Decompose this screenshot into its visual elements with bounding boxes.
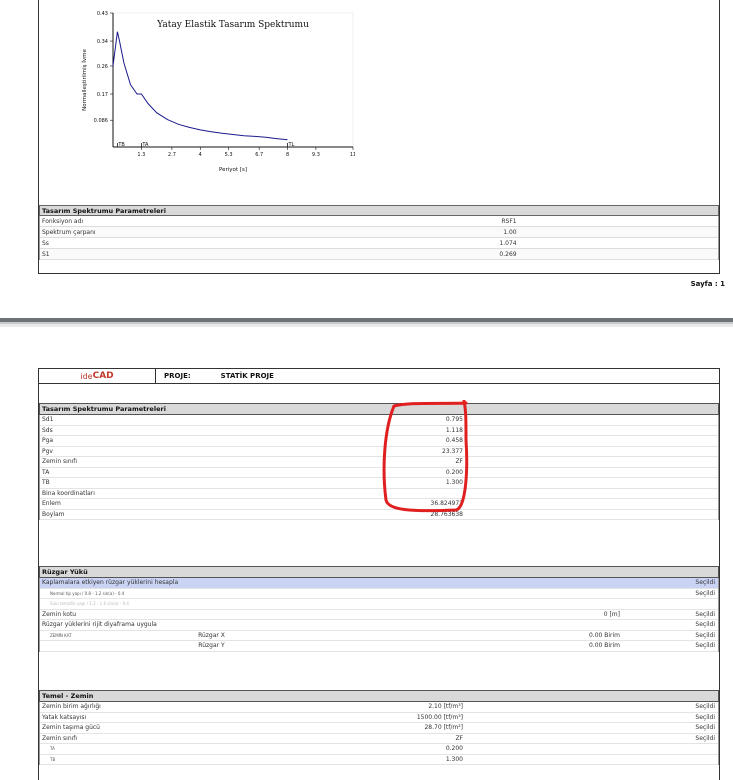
marker-label-tb: TB — [117, 142, 125, 148]
wind-row-zemin-kotu[interactable]: Zemin kotu 0 [m] Seçildi — [40, 610, 718, 620]
table-row: Zemin taşıma gücü 28.70 [tf/m²] Seçildi — [40, 723, 718, 734]
table-row: Boylam 28.763638 — [40, 510, 718, 520]
section-header: Rüzgar Yükü — [39, 566, 719, 578]
x-tick-label: 5.3 — [225, 152, 233, 158]
row-value: RSF1 — [501, 217, 517, 225]
spectrum-params-table: Tasarım Spektrumu Parametreleri Fonksiyo… — [39, 205, 719, 260]
table-row: TA 0.200 — [40, 468, 718, 478]
y-tick-label: 0.086 — [94, 118, 108, 124]
y-tick-label: 0.26 — [97, 64, 108, 70]
project-title: PROJE: STATİK PROJE — [164, 372, 274, 380]
y-tick-label: 0.17 — [97, 92, 108, 98]
table-header: Tasarım Spektrumu Parametreleri — [39, 205, 719, 216]
section-header: Temel - Zemin — [39, 690, 719, 702]
idecad-logo: ide CAD — [39, 369, 156, 383]
x-tick-label: 2.7 — [168, 152, 176, 158]
wind-row-x[interactable]: ZEMİN KAT Rüzgar X 0.00 Birim Seçildi — [40, 631, 718, 641]
row-value: 1.074 — [499, 239, 517, 247]
table-row: Pga 0.458 — [40, 436, 718, 447]
table-row: TA 0.200 — [40, 744, 718, 755]
table-row: Zemin birim ağırlığı 2.10 [tf/m³] Seçildi — [40, 702, 718, 713]
report-page-1: Yatay Elastik Tasarım Spektrumu 0.43 0.34 0… — [38, 0, 720, 274]
report-page-2: ide CAD PROJE: STATİK PROJE Tasarım Spekt… — [38, 368, 720, 780]
wind-row-rijit[interactable]: Rüzgar yüklerini rijit diyaframa uygula … — [40, 620, 718, 631]
table-row: TB 1.300 — [40, 478, 718, 489]
x-tick-label: 4 — [199, 152, 202, 158]
marker-label-ta: TA — [141, 142, 149, 148]
spectrum-chart: Yatay Elastik Tasarım Spektrumu 0.43 0.34 0… — [55, 5, 355, 185]
table-row: Yatak katsayısı 1500.00 [tf/m³] Seçildi — [40, 713, 718, 723]
row-label: Fonksiyon adı — [42, 217, 84, 225]
wind-section: Rüzgar Yükü Kaplamalara etkiyen rüzgar y… — [39, 566, 719, 652]
table-row: Pgv 23.377 — [40, 447, 718, 457]
marker-label-tl: TL — [288, 142, 295, 148]
y-axis-label: Normalleştirilmiş İvme — [81, 48, 88, 110]
table-row: TB 1.300 — [40, 755, 718, 765]
x-tick-label: 11 — [350, 152, 355, 158]
plot-area — [112, 12, 354, 148]
chart-title: Yatay Elastik Tasarım Spektrumu — [156, 20, 309, 30]
table-row: Zemin sınıfı ZF — [40, 457, 718, 468]
ground-section: Temel - Zemin Zemin birim ağırlığı 2.10 [… — [39, 690, 719, 765]
red-annotation-mark — [382, 400, 469, 513]
spectrum-section: Tasarım Spektrumu Parametreleri Sd1 0.795… — [39, 403, 719, 520]
table-row: Enlem 36.824972 — [40, 499, 718, 510]
row-label: S1 — [42, 250, 50, 258]
table-row: Sd1 0.795 — [40, 415, 718, 426]
row-label: Spektrum çarpanı — [42, 228, 96, 236]
table-row: S1 0.269 — [40, 249, 718, 260]
wind-row-kaplama[interactable]: Kaplamalara etkiyen rüzgar yüklerini hes… — [40, 578, 718, 589]
x-tick-label: 9.3 — [312, 152, 320, 158]
row-value: 0.269 — [499, 250, 517, 258]
x-tick-label: 6.7 — [255, 152, 263, 158]
page-number: Sayfa : 1 — [690, 280, 725, 288]
y-tick-label: 0.34 — [97, 39, 108, 45]
section-header: Tasarım Spektrumu Parametreleri — [39, 403, 719, 415]
table-row: Bina koordinatları — [40, 489, 718, 499]
table-row: Fonksiyon adı RSF1 — [40, 216, 718, 227]
table-row: Zemin sınıfı ZF Seçildi — [40, 734, 718, 744]
x-tick-label: 1.3 — [137, 152, 145, 158]
spectrum-chart-svg: Yatay Elastik Tasarım Spektrumu 0.43 0.34 0… — [81, 11, 355, 173]
row-label: Ss — [42, 239, 49, 247]
page-header: ide CAD PROJE: STATİK PROJE — [39, 369, 719, 384]
wind-row-y[interactable]: Rüzgar Y 0.00 Birim Seçildi — [40, 641, 718, 652]
table-row: Ss 1.074 — [40, 238, 718, 249]
wind-row-sulu[interactable]: Sulu temizlik yapı / 1.2 - 1.6 sin(a) - … — [40, 599, 718, 610]
y-tick-label: 0.43 — [97, 11, 108, 17]
wind-row-normal[interactable]: Normal tip yapı / 0.8 - 1.2 sin(a) - 0.4… — [40, 589, 718, 599]
table-row: Spektrum çarpanı 1.00 — [40, 227, 718, 238]
row-value: 1.00 — [503, 228, 517, 236]
x-axis-label: Periyot [s] — [219, 167, 247, 173]
x-tick-label: 8 — [286, 152, 289, 158]
table-row: Sds 1.118 — [40, 426, 718, 436]
